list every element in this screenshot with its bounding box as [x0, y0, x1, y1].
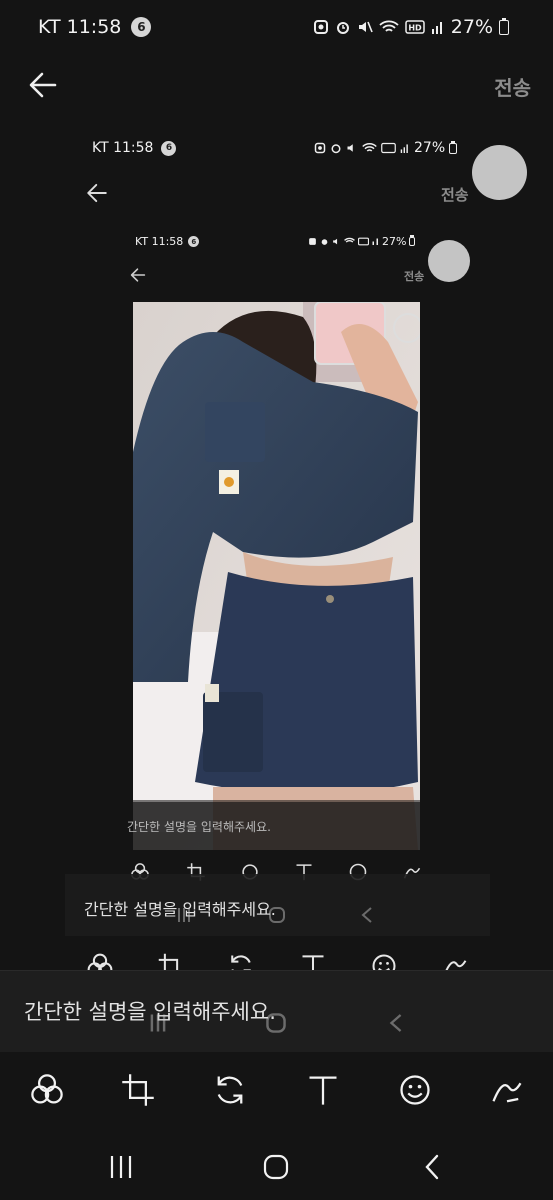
home-button[interactable] [255, 1146, 297, 1188]
nested-wifi-icon [362, 143, 377, 152]
battery-icon [499, 17, 509, 35]
nested2-battery-icon [409, 235, 416, 246]
nested2-status-carrier-time: KT 11:58 [135, 235, 184, 248]
filter-button[interactable] [29, 1072, 65, 1108]
navigation-bar [0, 1134, 553, 1200]
nested2-status-icons: 27% [308, 234, 416, 249]
nested-status-carrier-time: KT 11:58 [92, 140, 154, 156]
ghost-home-icon [266, 1013, 286, 1033]
nested-home-icon [269, 907, 285, 923]
recent-apps-icon [110, 1156, 132, 1178]
touch-indicator-circle [472, 145, 527, 200]
edit-toolbar [0, 1052, 553, 1134]
back-nav-icon [425, 1154, 439, 1180]
rotate-icon [217, 1076, 243, 1104]
nested-battery-icon [449, 140, 458, 154]
nested-navbar-ghost [176, 906, 376, 928]
crop-button[interactable] [120, 1072, 156, 1108]
status-carrier-time: KT 11:58 [38, 16, 122, 38]
text-icon [309, 1076, 337, 1105]
signal-icon [431, 22, 442, 34]
rotate-button[interactable] [212, 1072, 248, 1108]
nested-hd-icon [381, 142, 396, 154]
nested-mute-icon [347, 144, 353, 152]
nested-send-label: 전송 [441, 186, 469, 204]
alarm-icon [336, 22, 349, 34]
nested-back-nav-icon [361, 907, 372, 923]
notification-count-badge: 6 [131, 17, 152, 37]
sticker-icon [400, 1075, 430, 1105]
nested2-signal-icon [372, 238, 378, 245]
send-button[interactable]: 전송 [494, 72, 531, 101]
notification-icon [313, 20, 328, 34]
nested-status-icons: 27% [314, 138, 458, 158]
nested2-notification-icon [309, 238, 316, 245]
nested-battery-percent: 27% [414, 140, 446, 156]
hd-icon: HD [405, 20, 425, 34]
nested-recent-apps-icon [178, 908, 190, 922]
nested-signal-icon [400, 144, 408, 153]
back-arrow-icon[interactable] [28, 70, 58, 100]
recent-apps-button[interactable] [100, 1146, 142, 1188]
nested-notification-count-badge: 6 [161, 140, 177, 156]
home-icon [263, 1154, 289, 1180]
nested2-notification-count-badge: 6 [188, 236, 200, 247]
ghost-back-icon [389, 1014, 402, 1032]
svg-text:HD: HD [408, 24, 422, 33]
nested-status-bar: KT 11:58 6 [92, 138, 177, 158]
battery-percent: 27% [450, 16, 493, 38]
nested-notification-icon [314, 142, 326, 154]
nested2-battery-percent: 27% [382, 235, 407, 248]
nested2-wifi-icon [344, 237, 355, 243]
nested2-alarm-icon [321, 239, 328, 245]
crop-icon [122, 1074, 154, 1106]
ghost-recent-apps-icon [150, 1014, 166, 1032]
nested-alarm-icon [331, 144, 341, 154]
nested2-send-label: 전송 [404, 270, 425, 283]
photo-preview [133, 302, 420, 850]
text-button[interactable] [305, 1072, 341, 1108]
nested2-mute-icon [333, 238, 338, 245]
filter-icon [31, 1074, 63, 1104]
draw-icon [492, 1082, 522, 1103]
ghost-navbar [148, 1012, 408, 1038]
nested2-status-bar: KT 11:58 6 [135, 234, 200, 249]
status-icons: HD 27% [313, 14, 509, 40]
back-nav-button[interactable] [411, 1146, 453, 1188]
nested-back-arrow-icon [87, 183, 107, 203]
sticker-button[interactable] [397, 1072, 433, 1108]
draw-button[interactable] [489, 1072, 525, 1108]
nested2-hd-icon [358, 237, 369, 246]
nested2-back-arrow-icon [130, 268, 146, 282]
nested2-caption-placeholder: 간단한 설명을 입력해주세요. [127, 820, 271, 834]
touch-indicator-circle-small [428, 240, 470, 282]
wifi-icon [379, 20, 399, 32]
mute-icon [358, 21, 373, 33]
status-bar: KT 11:58 6 [38, 14, 152, 40]
